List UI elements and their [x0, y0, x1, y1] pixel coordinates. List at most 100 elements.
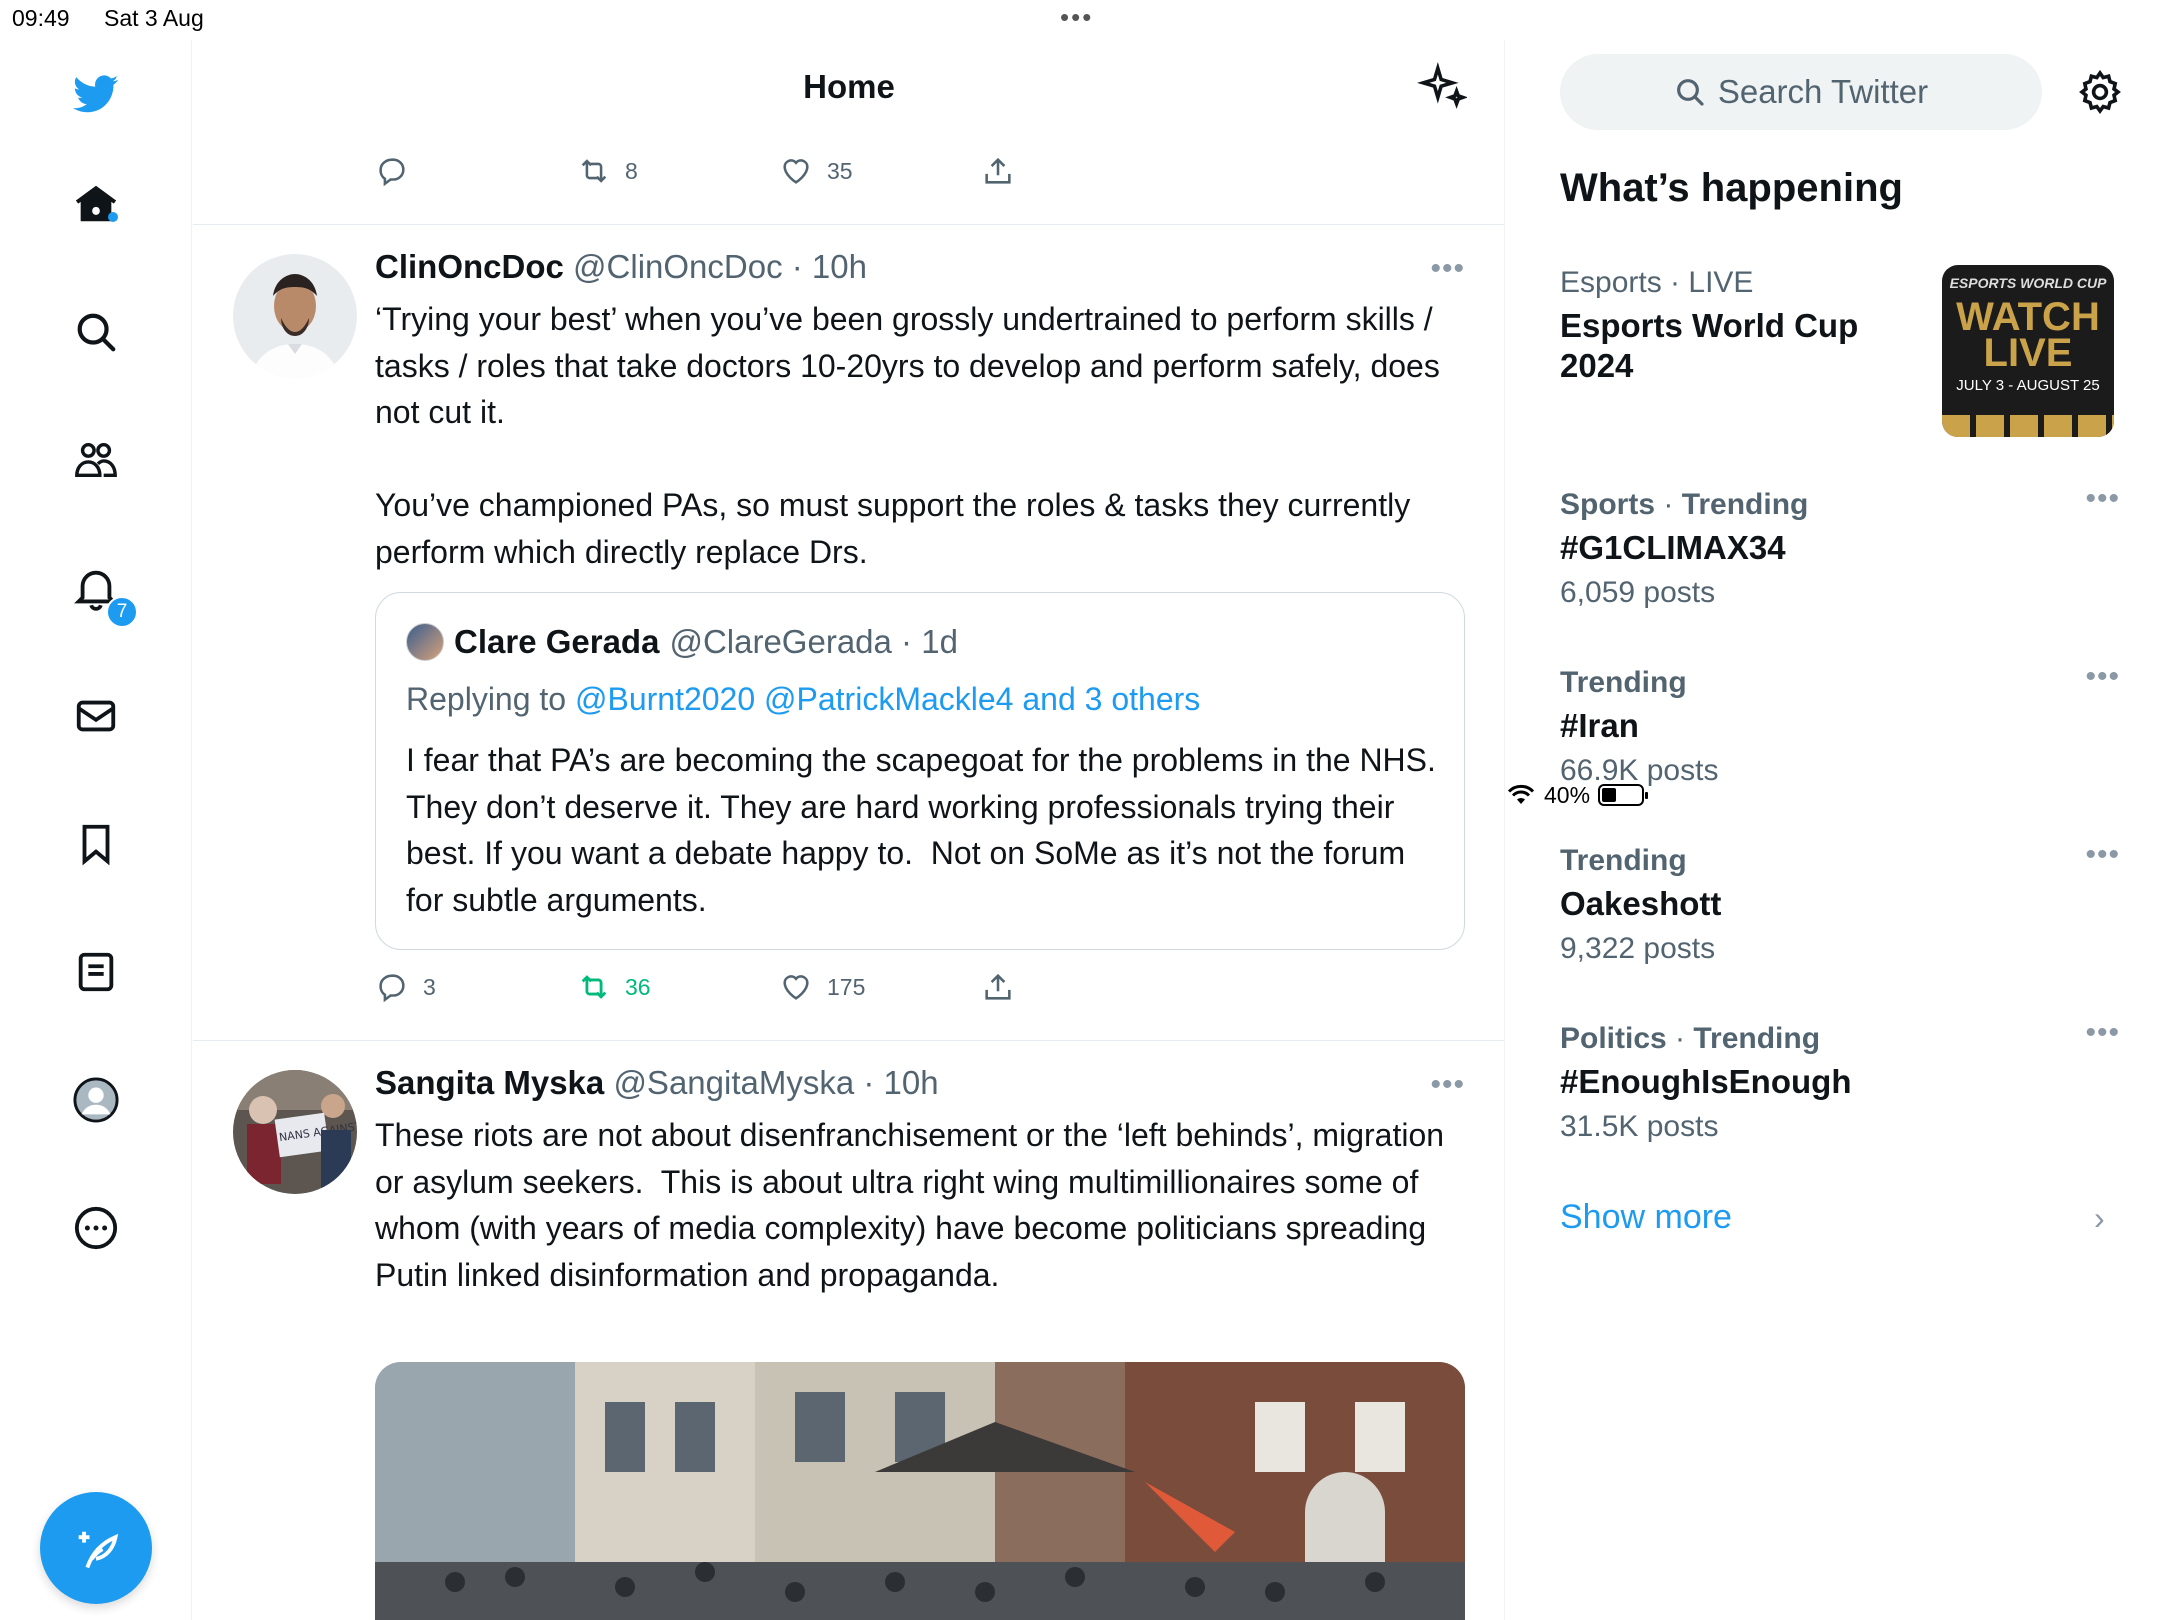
- compose-tweet-button[interactable]: [40, 1492, 152, 1604]
- tweet-time[interactable]: 10h: [884, 1064, 939, 1101]
- author-handle[interactable]: @SangitaMyska: [613, 1064, 854, 1101]
- like-count: 175: [827, 973, 866, 1000]
- reply-count: 3: [423, 973, 436, 1000]
- chevron-right-icon[interactable]: ›: [2094, 1200, 2105, 1237]
- trend-category: Esports: [1560, 266, 1662, 299]
- tweet-more-icon[interactable]: •••: [1430, 1068, 1465, 1102]
- lists-icon[interactable]: [66, 942, 126, 1002]
- trend-category: Sports: [1560, 488, 1656, 521]
- tweet-more-icon[interactable]: •••: [1430, 252, 1465, 286]
- previous-tweet-actions: 8 35: [375, 154, 1183, 188]
- heart-icon: [783, 975, 809, 1000]
- trend-label: Trending: [1560, 666, 1687, 699]
- avatar[interactable]: NANS AGAINST NAZIS: [233, 1070, 357, 1194]
- home-unread-dot: [108, 212, 118, 222]
- status-date: Sat 3 Aug: [104, 5, 204, 31]
- communities-icon[interactable]: [66, 430, 126, 490]
- esports-thumbnail[interactable]: ESPORTS WORLD CUP WATCH LIVE JULY 3 - AU…: [1942, 265, 2114, 437]
- replying-to: Replying to @Burnt2020 @PatrickMackle4 a…: [406, 681, 1200, 718]
- like-button[interactable]: 35: [779, 154, 981, 188]
- retweet-button[interactable]: 8: [577, 154, 779, 188]
- timeline: Home 8 35 ClinOncDoc @ClinOncDoc · 10h •…: [193, 40, 1505, 1620]
- compose-feather-icon: [78, 1531, 119, 1569]
- trend-label: Trending: [1560, 844, 1687, 877]
- share-icon: [985, 973, 1011, 1000]
- esports-thumb-top: ESPORTS WORLD CUP: [1949, 275, 2107, 291]
- trend-item[interactable]: Trending Oakeshott 9,322 posts •••: [1560, 838, 2120, 966]
- author-handle[interactable]: @ClinOncDoc: [573, 248, 783, 285]
- trend-post-count: 9,322 posts: [1560, 932, 1716, 965]
- reply-button[interactable]: 3: [375, 970, 577, 1004]
- tweet-media-photo[interactable]: [375, 1362, 1465, 1620]
- bookmarks-icon[interactable]: [66, 814, 126, 874]
- search-placeholder: Search Twitter: [1717, 73, 1929, 110]
- trend-item[interactable]: Trending #Iran 66.9K posts •••: [1560, 660, 2120, 788]
- tweet-text: These riots are not about disenfranchise…: [375, 1117, 1453, 1293]
- messages-icon[interactable]: [66, 686, 126, 746]
- multitasking-dots-icon[interactable]: •••: [1060, 2, 1093, 33]
- trend-more-icon[interactable]: •••: [2085, 660, 2120, 694]
- tweet-header: ClinOncDoc @ClinOncDoc · 10h: [375, 248, 867, 285]
- profile-avatar-icon[interactable]: [66, 1070, 126, 1130]
- notifications-badge: 7: [106, 596, 138, 628]
- trend-more-icon[interactable]: •••: [2085, 482, 2120, 516]
- trend-item[interactable]: Politics · Trending #EnoughIsEnough 31.5…: [1560, 1016, 2120, 1144]
- twitter-logo-icon[interactable]: [66, 64, 126, 124]
- divider: [193, 1040, 1504, 1041]
- tweet-text: ‘Trying your best’ when you’ve been gros…: [375, 301, 1440, 570]
- trend-title: Oakeshott: [1560, 885, 1722, 922]
- right-sidebar: Search Twitter What’s happening Esports …: [1506, 40, 2160, 1620]
- replying-to-users-link[interactable]: @Burnt2020 @PatrickMackle4 and 3 others: [575, 681, 1200, 717]
- trend-category: Politics: [1560, 1022, 1667, 1055]
- esports-thumb-main: WATCH LIVE: [1956, 295, 2100, 375]
- reply-button[interactable]: [375, 154, 577, 188]
- quote-author-handle: @ClareGerada: [669, 623, 892, 660]
- esports-thumb-dates: JULY 3 - AUGUST 25: [1956, 377, 2100, 394]
- author-name[interactable]: Sangita Myska: [375, 1064, 604, 1101]
- retweet-icon: [581, 975, 607, 999]
- status-bar: 09:49 Sat 3 Aug ••• 40%: [0, 0, 2160, 808]
- search-icon: [1676, 79, 1704, 106]
- page-title: Home: [803, 68, 895, 105]
- tweet-actions: 3 36 175: [375, 970, 1183, 1004]
- trend-title: #G1CLIMAX34: [1560, 529, 1786, 566]
- trend-label: Trending: [1693, 1022, 1821, 1055]
- quoted-tweet[interactable]: Clare Gerada @ClareGerada · 1d Replying …: [375, 592, 1465, 950]
- quote-text: I fear that PA’s are becoming the scapeg…: [406, 742, 1445, 918]
- retweet-button[interactable]: 36: [577, 970, 779, 1004]
- tweet-header: Sangita Myska @SangitaMyska · 10h: [375, 1064, 939, 1101]
- quote-header: Clare Gerada @ClareGerada · 1d: [406, 623, 958, 661]
- tweet-time[interactable]: 10h: [812, 248, 867, 285]
- trend-label: LIVE: [1688, 266, 1754, 299]
- trend-title: #Iran: [1560, 707, 1639, 744]
- search-icon[interactable]: [66, 302, 126, 362]
- trend-post-count: 66.9K posts: [1560, 754, 1719, 787]
- home-icon[interactable]: [66, 174, 126, 234]
- share-icon: [985, 157, 1011, 184]
- share-button[interactable]: [981, 154, 1183, 188]
- trend-more-icon[interactable]: •••: [2085, 1016, 2120, 1050]
- reply-icon: [379, 158, 405, 187]
- trend-more-icon[interactable]: •••: [2085, 838, 2120, 872]
- sparkle-icon[interactable]: [1417, 62, 1467, 112]
- show-more-link[interactable]: Show more: [1560, 1198, 1732, 1237]
- left-nav: 7: [0, 40, 192, 1620]
- divider: [193, 224, 1504, 225]
- whats-happening-heading: What’s happening: [1560, 166, 1903, 210]
- trend-item[interactable]: Sports · Trending #G1CLIMAX34 6,059 post…: [1560, 482, 2120, 610]
- trend-label: Trending: [1681, 488, 1809, 521]
- like-button[interactable]: 175: [779, 970, 981, 1004]
- retweet-count: 8: [625, 157, 638, 184]
- avatar[interactable]: [233, 254, 357, 378]
- trend-title: #EnoughIsEnough: [1560, 1063, 1852, 1100]
- like-count: 35: [827, 157, 853, 184]
- more-options-icon[interactable]: [66, 1198, 126, 1258]
- search-input[interactable]: Search Twitter: [1560, 54, 2042, 130]
- share-button[interactable]: [981, 970, 1183, 1004]
- settings-gear-icon[interactable]: [2076, 68, 2124, 116]
- quote-avatar[interactable]: [406, 623, 444, 661]
- trend-post-count: 6,059 posts: [1560, 576, 1716, 609]
- replying-to-prefix: Replying to: [406, 681, 567, 717]
- reply-icon: [379, 974, 405, 1003]
- author-name[interactable]: ClinOncDoc: [375, 248, 564, 285]
